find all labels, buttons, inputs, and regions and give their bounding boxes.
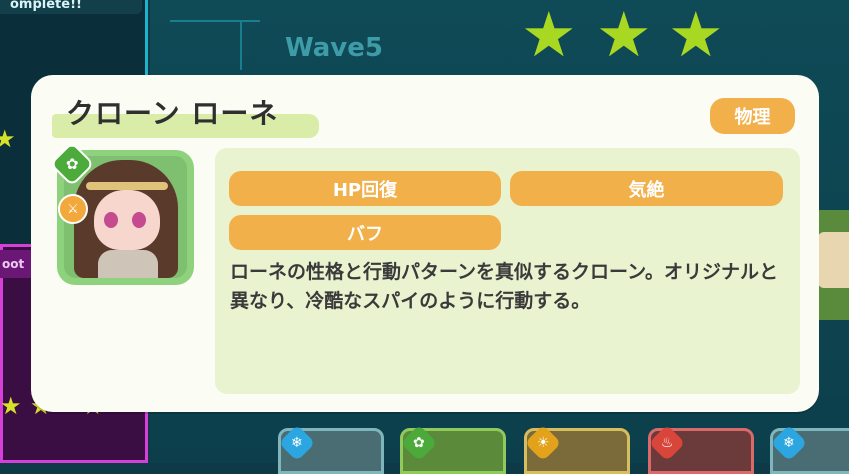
complete-banner: omplete!!: [0, 0, 142, 14]
attack-type-badge: 物理: [710, 98, 795, 134]
star-icon: ★: [596, 0, 652, 71]
star-icon: ★: [521, 0, 577, 71]
tag-buff: バフ: [229, 215, 501, 250]
small-star-icon: ★: [0, 125, 16, 153]
circuit-line: [170, 20, 260, 22]
tag-stun: 気絶: [510, 171, 783, 206]
character-description: ローネの性格と行動パターンを真似するクローン。オリジナルと異なり、冷酷なスパイの…: [230, 261, 778, 312]
small-star-icon: ★: [0, 392, 22, 420]
portrait-eye: [104, 212, 118, 228]
portrait-body: [98, 250, 158, 278]
star-icon: ★: [668, 0, 724, 71]
portrait-headband: [86, 182, 168, 190]
character-name: クローン ローネ: [66, 97, 279, 130]
sword-icon: ⚔: [58, 194, 88, 224]
portrait-eye: [132, 212, 146, 228]
tag-hp-recovery: HP回復: [229, 171, 501, 206]
side-item-icon: [818, 232, 849, 288]
circuit-line: [240, 20, 242, 70]
wave-label: Wave5: [285, 33, 383, 63]
